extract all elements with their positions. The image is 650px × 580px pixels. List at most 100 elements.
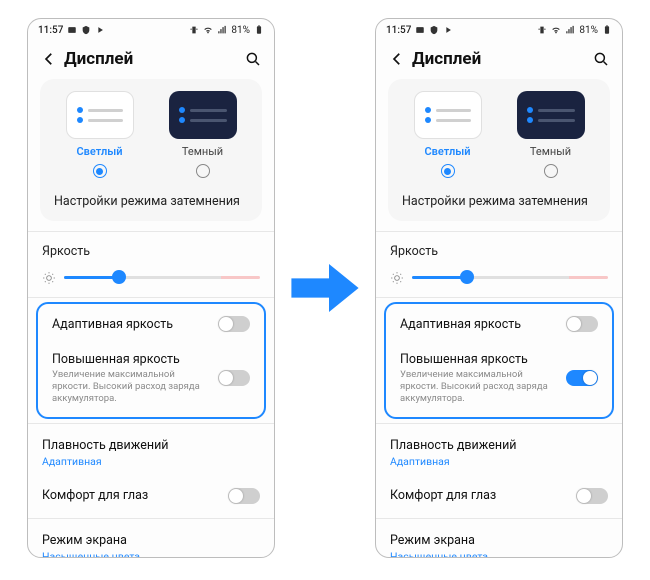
toggle-extra-brightness[interactable] xyxy=(566,370,598,386)
phone-right: 11:57 81% Дисплей xyxy=(375,18,623,558)
theme-tile-light xyxy=(414,91,482,139)
theme-option-light[interactable]: Светлый xyxy=(414,91,482,178)
page-title: Дисплей xyxy=(412,49,592,69)
theme-label-light: Светлый xyxy=(424,145,470,158)
status-time: 11:57 xyxy=(386,25,411,36)
brightness-slider-row xyxy=(28,267,274,293)
screen-mode-value: Насыщенные цвета xyxy=(42,550,252,557)
wifi-icon xyxy=(551,25,561,35)
divider xyxy=(28,423,274,424)
screen-mode-value: Насыщенные цвета xyxy=(390,550,600,557)
eye-comfort-title: Комфорт для глаз xyxy=(390,488,568,503)
play-icon xyxy=(95,25,105,35)
adaptive-brightness-title: Адаптивная яркость xyxy=(400,317,558,332)
phone-left: 11:57 81% Дисплей xyxy=(27,18,275,558)
theme-tile-dark xyxy=(517,91,585,139)
back-button[interactable] xyxy=(40,50,58,68)
screen-mode-title: Режим экрана xyxy=(42,533,252,548)
dark-mode-settings-link[interactable]: Настройки режима затемнения xyxy=(48,188,254,211)
battery-text: 81% xyxy=(231,25,250,36)
extra-brightness-subtitle: Увеличение максимальной яркости. Высокий… xyxy=(52,369,210,405)
shield-icon xyxy=(81,25,91,35)
status-bar: 11:57 81% xyxy=(28,19,274,41)
battery-icon xyxy=(254,25,264,35)
page-title: Дисплей xyxy=(64,49,244,69)
toggle-eye-comfort[interactable] xyxy=(576,488,608,504)
brightness-label: Яркость xyxy=(28,236,274,267)
theme-picker: Светлый Темный Настройки режима затемнен… xyxy=(388,79,610,221)
row-adaptive-brightness[interactable]: Адаптивная яркость xyxy=(386,306,612,342)
back-button[interactable] xyxy=(388,50,406,68)
status-time: 11:57 xyxy=(38,25,63,36)
row-motion-smoothness[interactable]: Плавность движений Адаптивная xyxy=(376,428,622,478)
search-button[interactable] xyxy=(592,50,610,68)
brightness-slider[interactable] xyxy=(64,267,260,287)
theme-label-dark: Темный xyxy=(530,145,571,158)
theme-picker: Светлый Темный Настройки режима затемнен… xyxy=(40,79,262,221)
extra-brightness-title: Повышенная яркость xyxy=(400,352,558,367)
row-eye-comfort[interactable]: Комфорт для глаз xyxy=(28,478,274,514)
dark-mode-settings-link[interactable]: Настройки режима затемнения xyxy=(396,188,602,211)
vibrate-icon xyxy=(189,25,199,35)
row-screen-mode[interactable]: Режим экрана Насыщенные цвета xyxy=(376,523,622,557)
header: Дисплей xyxy=(28,41,274,79)
theme-option-dark[interactable]: Темный xyxy=(169,91,237,178)
brightness-label: Яркость xyxy=(376,236,622,267)
signal-icon xyxy=(217,25,227,35)
row-extra-brightness[interactable]: Повышенная яркость Увеличение максимальн… xyxy=(386,342,612,415)
row-motion-smoothness[interactable]: Плавность движений Адаптивная xyxy=(28,428,274,478)
search-button[interactable] xyxy=(244,50,262,68)
highlight-box: Адаптивная яркость Повышенная яркость Ув… xyxy=(36,302,266,419)
motion-smoothness-title: Плавность движений xyxy=(390,438,600,453)
header: Дисплей xyxy=(376,41,622,79)
play-icon xyxy=(443,25,453,35)
divider xyxy=(376,231,622,232)
toggle-extra-brightness[interactable] xyxy=(218,370,250,386)
brightness-slider-row xyxy=(376,267,622,293)
sun-icon xyxy=(42,270,56,284)
signal-icon xyxy=(565,25,575,35)
toggle-adaptive-brightness[interactable] xyxy=(566,316,598,332)
toggle-eye-comfort[interactable] xyxy=(228,488,260,504)
radio-light[interactable] xyxy=(93,164,107,178)
message-icon xyxy=(415,25,425,35)
divider xyxy=(376,518,622,519)
eye-comfort-title: Комфорт для глаз xyxy=(42,488,220,503)
status-bar: 11:57 81% xyxy=(376,19,622,41)
motion-smoothness-value: Адаптивная xyxy=(42,455,252,468)
divider xyxy=(28,518,274,519)
vibrate-icon xyxy=(537,25,547,35)
wifi-icon xyxy=(203,25,213,35)
theme-option-dark[interactable]: Темный xyxy=(517,91,585,178)
theme-label-dark: Темный xyxy=(182,145,223,158)
row-extra-brightness[interactable]: Повышенная яркость Увеличение максимальн… xyxy=(38,342,264,415)
brightness-slider[interactable] xyxy=(412,267,608,287)
theme-tile-light xyxy=(66,91,134,139)
divider xyxy=(28,231,274,232)
highlight-box: Адаптивная яркость Повышенная яркость Ув… xyxy=(384,302,614,419)
screen-mode-title: Режим экрана xyxy=(390,533,600,548)
extra-brightness-subtitle: Увеличение максимальной яркости. Высокий… xyxy=(400,369,558,405)
row-screen-mode[interactable]: Режим экрана Насыщенные цвета xyxy=(28,523,274,557)
toggle-adaptive-brightness[interactable] xyxy=(218,316,250,332)
row-eye-comfort[interactable]: Комфорт для глаз xyxy=(376,478,622,514)
theme-option-light[interactable]: Светлый xyxy=(66,91,134,178)
divider xyxy=(376,297,622,298)
divider xyxy=(28,297,274,298)
theme-tile-dark xyxy=(169,91,237,139)
sun-icon xyxy=(390,270,404,284)
adaptive-brightness-title: Адаптивная яркость xyxy=(52,317,210,332)
radio-dark[interactable] xyxy=(544,164,558,178)
message-icon xyxy=(67,25,77,35)
extra-brightness-title: Повышенная яркость xyxy=(52,352,210,367)
radio-dark[interactable] xyxy=(196,164,210,178)
battery-icon xyxy=(602,25,612,35)
shield-icon xyxy=(429,25,439,35)
motion-smoothness-value: Адаптивная xyxy=(390,455,600,468)
motion-smoothness-title: Плавность движений xyxy=(42,438,252,453)
radio-light[interactable] xyxy=(441,164,455,178)
theme-label-light: Светлый xyxy=(76,145,122,158)
row-adaptive-brightness[interactable]: Адаптивная яркость xyxy=(38,306,264,342)
arrow-right-icon xyxy=(285,248,365,328)
divider xyxy=(376,423,622,424)
